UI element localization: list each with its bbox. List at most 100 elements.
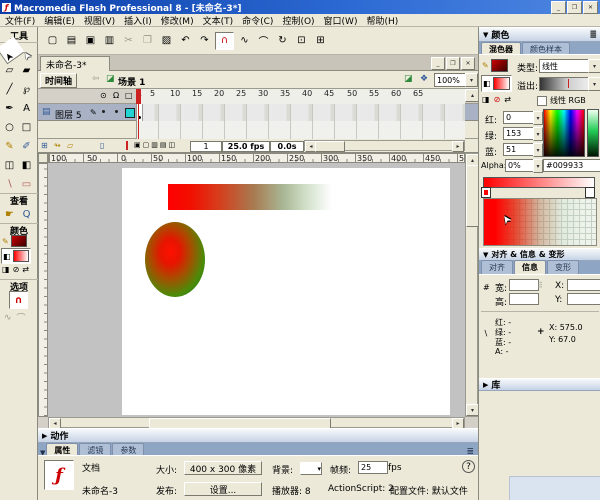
type-select[interactable]: 线性 ▾: [539, 59, 600, 73]
gradient-rectangle-shape[interactable]: [168, 184, 332, 210]
lasso-tool[interactable]: ℘: [18, 80, 35, 99]
mixer-no-color-icon[interactable]: ⊘: [494, 95, 501, 104]
overflow-dropdown-icon[interactable]: ▾: [588, 77, 600, 91]
menu-item[interactable]: 窗口(W): [324, 14, 358, 27]
linear-rgb-checkbox[interactable]: [537, 96, 547, 106]
onion-outline-icon[interactable]: ▥: [151, 141, 158, 149]
mixer-swap-colors-icon[interactable]: ⇄: [504, 95, 511, 104]
type-dropdown-icon[interactable]: ▾: [588, 59, 600, 73]
background-color-swatch[interactable]: ▾: [300, 462, 322, 475]
cut-icon[interactable]: ✂: [120, 33, 137, 49]
straighten-option-icon[interactable]: ⌒: [17, 311, 26, 324]
gradient-oval-shape[interactable]: [145, 222, 205, 297]
mixer-default-colors-icon[interactable]: ◨: [482, 95, 490, 104]
pen-tool[interactable]: ✒: [1, 99, 18, 118]
publish-settings-button[interactable]: 设置...: [184, 482, 262, 496]
blue-input[interactable]: 51: [503, 143, 537, 156]
copy-icon[interactable]: ❐: [139, 33, 156, 49]
paint-bucket-tool[interactable]: ◧: [18, 156, 35, 175]
edit-scene-icon[interactable]: ◪: [404, 74, 413, 84]
add-motion-guide-icon[interactable]: ↬: [54, 141, 61, 150]
scene-name[interactable]: 场景 1: [118, 75, 145, 88]
print-icon[interactable]: ▥: [101, 33, 118, 49]
doc-restore-button[interactable]: ❐: [446, 57, 460, 70]
scale-icon[interactable]: ⊡: [293, 33, 310, 49]
back-arrow-icon[interactable]: ⇦: [92, 74, 100, 84]
menu-item[interactable]: 编辑(E): [44, 14, 75, 27]
straighten-icon[interactable]: ⌒: [255, 33, 272, 49]
no-color-icon[interactable]: ⊘: [13, 265, 20, 274]
lock-layers-icon[interactable]: Ω: [113, 91, 119, 100]
color-panel-header[interactable]: ▼ 颜色 ≣: [479, 27, 600, 42]
close-button[interactable]: ✕: [583, 1, 598, 14]
mixer-fill-swatch[interactable]: [493, 77, 510, 90]
redo-icon[interactable]: ↷: [196, 33, 213, 49]
restore-button[interactable]: ❐: [567, 1, 582, 14]
gradient-definition-bar[interactable]: [483, 177, 595, 188]
gradient-preview[interactable]: ➤: [483, 198, 597, 246]
color-panel-menu-icon[interactable]: ≣: [589, 30, 597, 40]
ink-bottle-tool[interactable]: ◫: [1, 156, 18, 175]
edit-symbols-icon[interactable]: ❖: [420, 74, 428, 84]
new-icon[interactable]: ▢: [44, 33, 61, 49]
show-hide-layers-icon[interactable]: ⊙: [100, 91, 107, 100]
fill-color-swatch[interactable]: [13, 250, 29, 262]
y-input[interactable]: [567, 293, 600, 305]
layer-frames-strip[interactable]: [136, 104, 465, 121]
insert-layer-icon[interactable]: ⊞: [41, 141, 48, 150]
default-colors-icon[interactable]: ◨: [2, 265, 10, 274]
mixer-stroke-pencil-icon[interactable]: ✎: [482, 61, 489, 70]
rotate-icon[interactable]: ↻: [274, 33, 291, 49]
library-panel-header[interactable]: ▶ 库: [479, 378, 600, 391]
overflow-select[interactable]: ▾: [539, 77, 600, 91]
menu-item[interactable]: 修改(M): [161, 14, 194, 27]
menu-item[interactable]: 命令(C): [242, 14, 273, 27]
zoom-dropdown-arrow-icon[interactable]: ▾: [465, 73, 478, 87]
x-input[interactable]: [567, 279, 600, 291]
pasteboard[interactable]: [48, 163, 465, 417]
layer-name[interactable]: 图层 5: [55, 108, 82, 121]
registration-grid-icon[interactable]: ⠿: [537, 281, 543, 290]
alpha-spinner-icon[interactable]: ▾: [533, 159, 543, 173]
snap-icon[interactable]: ∩: [215, 32, 234, 50]
frame-rate-field[interactable]: 25.0 fps: [222, 141, 270, 152]
layer-visible-dot[interactable]: [102, 110, 105, 113]
current-frame-field[interactable]: 1: [190, 141, 222, 152]
layer-lock-dot[interactable]: [115, 110, 118, 113]
paste-icon[interactable]: ▨: [158, 33, 175, 49]
actions-panel-header[interactable]: ▶ 动作: [38, 428, 478, 443]
help-icon[interactable]: ?: [462, 460, 475, 473]
modify-markers-icon[interactable]: ◫: [169, 141, 176, 149]
info-panel-tab[interactable]: 对齐: [481, 260, 513, 274]
onion-skin-icon[interactable]: ▢: [143, 141, 150, 149]
menu-item[interactable]: 视图(V): [84, 14, 115, 27]
eraser-tool[interactable]: ▭: [18, 175, 35, 194]
height-input[interactable]: [509, 293, 539, 305]
playhead-marker[interactable]: [136, 89, 141, 104]
brightness-slider[interactable]: [587, 109, 599, 157]
open-icon[interactable]: ▤: [63, 33, 80, 49]
text-tool[interactable]: A: [18, 99, 35, 118]
smooth-option-icon[interactable]: ∿: [4, 313, 12, 323]
brush-tool[interactable]: ✐: [18, 137, 35, 156]
edit-multiple-frames-icon[interactable]: ▤: [160, 141, 167, 149]
stage[interactable]: [122, 168, 450, 415]
zoom-select[interactable]: 100% ▾: [434, 73, 478, 87]
color-picker-area[interactable]: [543, 109, 585, 157]
rectangle-tool[interactable]: □: [18, 118, 35, 137]
hand-tool[interactable]: ☛: [1, 205, 18, 224]
registration-icon[interactable]: #: [483, 283, 490, 292]
doc-close-button[interactable]: ✕: [461, 57, 475, 70]
outline-layers-icon[interactable]: □: [125, 91, 133, 100]
stroke-color-swatch[interactable]: [11, 235, 27, 247]
gradient-stop-left[interactable]: [481, 187, 491, 198]
document-tab[interactable]: 未命名-3*: [40, 56, 110, 71]
info-panel-tab[interactable]: 信息: [514, 260, 546, 274]
scroll-right-arrow-icon[interactable]: ▸: [452, 141, 464, 152]
menu-item[interactable]: 文本(T): [203, 14, 234, 27]
delete-layer-trash-icon[interactable]: ▯: [100, 141, 104, 150]
width-input[interactable]: [509, 279, 539, 291]
menu-item[interactable]: 控制(O): [282, 14, 314, 27]
minimize-button[interactable]: _: [551, 1, 566, 14]
save-icon[interactable]: ▣: [82, 33, 99, 49]
